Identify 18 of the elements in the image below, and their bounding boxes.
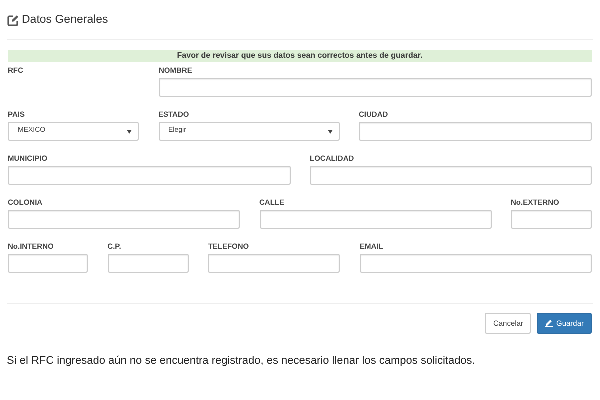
edit-icon [7,15,19,27]
text-field[interactable] [8,254,88,273]
caret-icon [127,130,132,134]
info-paragraph: Si el RFC ingresado aún no se encuentra registrado, es necesario llenar los campos solicitados. [7,354,476,369]
text-field[interactable] [208,254,340,273]
text-field[interactable] [108,254,189,273]
text-field[interactable] [8,166,291,185]
text-field[interactable] [360,254,592,273]
caret-icon [328,130,332,134]
pencil-icon [545,320,554,327]
text-field[interactable] [260,210,492,229]
text-field[interactable] [359,122,592,141]
text-field[interactable] [159,78,592,97]
text-field[interactable] [511,210,592,229]
section-title: Datos Generales [22,13,108,28]
text-field[interactable] [8,210,240,229]
text-field[interactable] [310,166,592,185]
notice-banner: Favor de revisar que sus datos sean correctos antes de guardar. [8,50,592,62]
